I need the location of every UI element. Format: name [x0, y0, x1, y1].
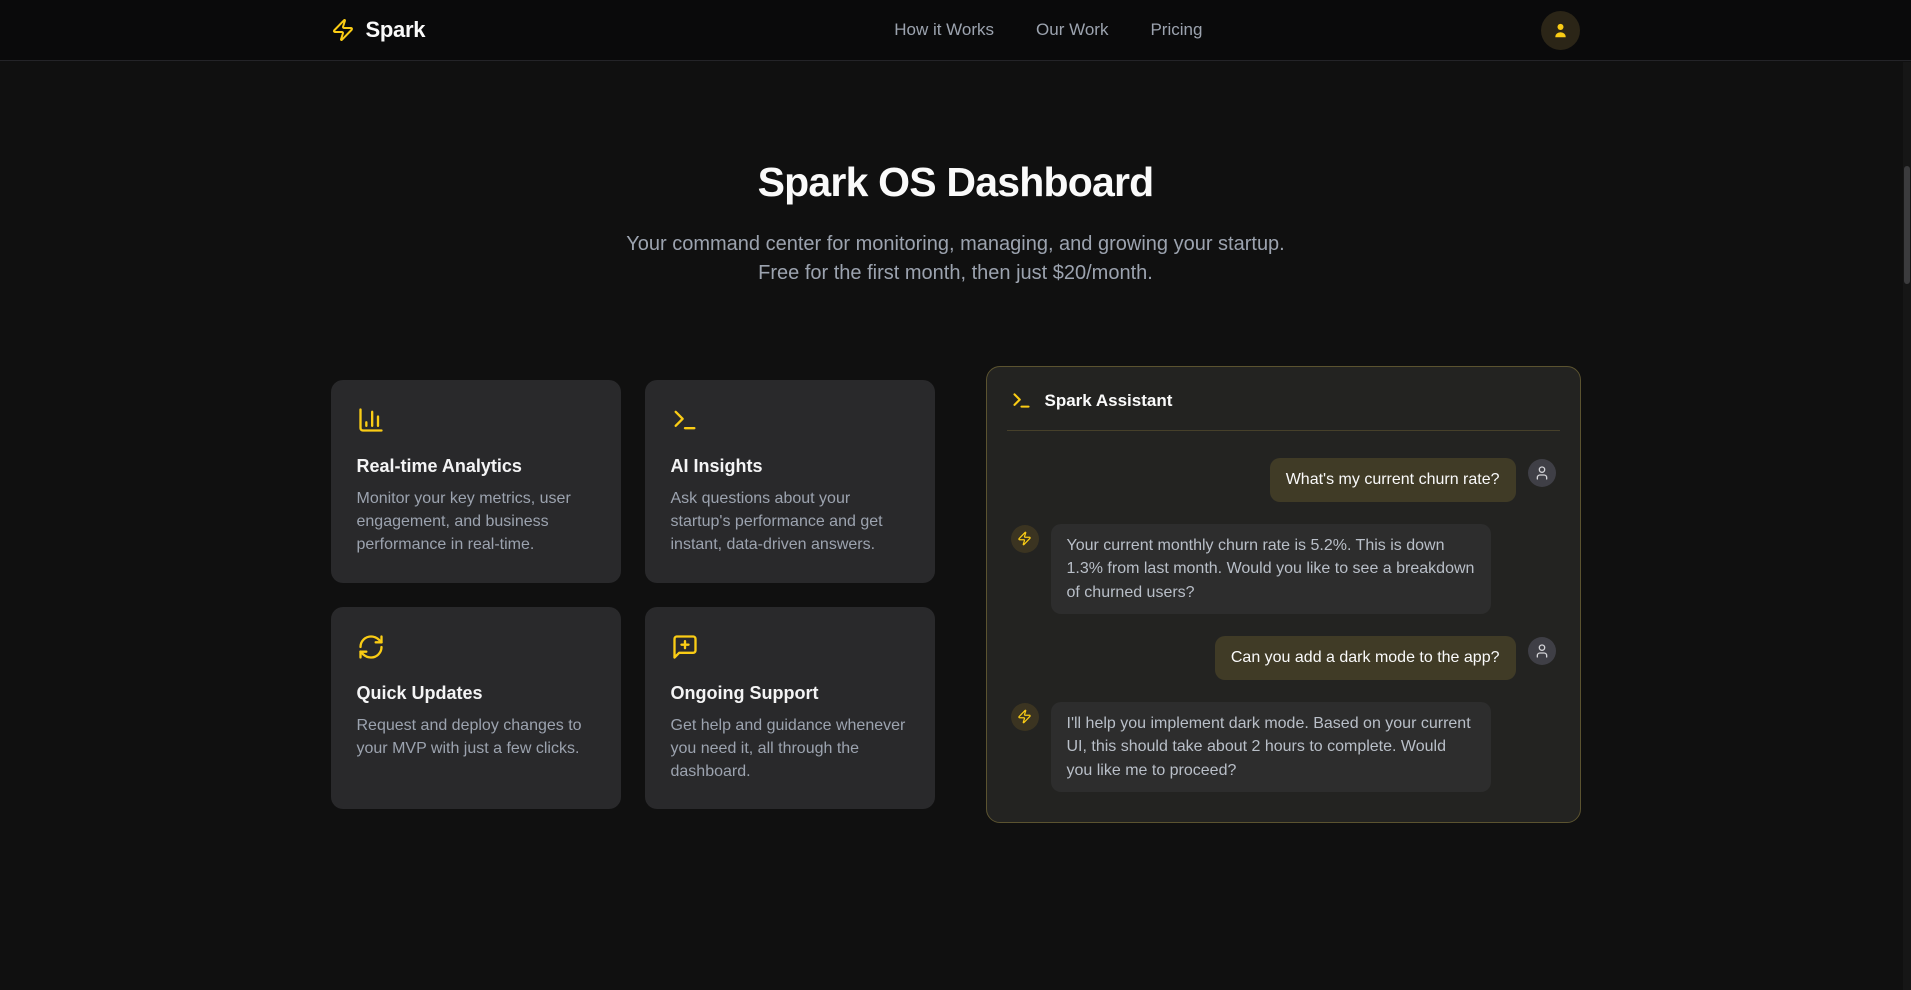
user-message-bubble: Can you add a dark mode to the app? [1215, 636, 1516, 680]
refresh-icon [357, 633, 595, 666]
features-grid: Real-time Analytics Monitor your key met… [331, 380, 935, 809]
nav-link-our-work[interactable]: Our Work [1036, 20, 1108, 40]
zap-icon [1017, 531, 1032, 546]
chat-message-assistant: Your current monthly churn rate is 5.2%.… [1011, 524, 1556, 615]
feature-description: Ask questions about your startup's perfo… [671, 487, 909, 557]
feature-card-ai-insights[interactable]: AI Insights Ask questions about your sta… [645, 380, 935, 583]
assistant-message-bubble: Your current monthly churn rate is 5.2%.… [1051, 524, 1491, 615]
feature-description: Monitor your key metrics, user engagemen… [357, 487, 595, 557]
content-row: Real-time Analytics Monitor your key met… [331, 366, 1581, 823]
zap-icon [331, 18, 355, 42]
brand[interactable]: Spark [331, 17, 426, 43]
feature-title: Quick Updates [357, 683, 595, 704]
feature-card-quick-updates[interactable]: Quick Updates Request and deploy changes… [331, 607, 621, 810]
assistant-title: Spark Assistant [1045, 391, 1173, 411]
top-nav: Spark How it Works Our Work Pricing [0, 0, 1911, 61]
message-square-plus-icon [671, 633, 909, 666]
feature-title: Real-time Analytics [357, 456, 595, 477]
user-message-bubble: What's my current churn rate? [1270, 458, 1516, 502]
page-subtitle: Your command center for monitoring, mana… [606, 230, 1306, 288]
user-icon [1534, 465, 1550, 481]
chat-message-assistant: I'll help you implement dark mode. Based… [1011, 702, 1556, 793]
feature-description: Request and deploy changes to your MVP w… [357, 714, 595, 760]
feature-title: Ongoing Support [671, 683, 909, 704]
spark-assistant-panel: Spark Assistant What's my current churn … [986, 366, 1581, 823]
user-icon [1534, 643, 1550, 659]
page-title: Spark OS Dashboard [0, 159, 1911, 206]
brand-name: Spark [366, 17, 426, 43]
main-content: Spark OS Dashboard Your command center f… [0, 61, 1911, 823]
chart-column-icon [357, 406, 595, 439]
feature-card-real-time-analytics[interactable]: Real-time Analytics Monitor your key met… [331, 380, 621, 583]
scrollbar-thumb[interactable] [1904, 166, 1910, 284]
zap-icon [1017, 709, 1032, 724]
chat-message-user: What's my current churn rate? [1011, 458, 1556, 502]
assistant-avatar [1011, 525, 1039, 553]
terminal-icon [1011, 390, 1032, 411]
feature-card-ongoing-support[interactable]: Ongoing Support Get help and guidance wh… [645, 607, 935, 810]
terminal-icon [671, 406, 909, 439]
assistant-header: Spark Assistant [987, 367, 1580, 430]
nav-link-pricing[interactable]: Pricing [1150, 20, 1202, 40]
hero-section: Spark OS Dashboard Your command center f… [0, 61, 1911, 288]
user-avatar [1528, 459, 1556, 487]
nav-link-how-it-works[interactable]: How it Works [894, 20, 994, 40]
assistant-avatar [1011, 703, 1039, 731]
assistant-message-bubble: I'll help you implement dark mode. Based… [1051, 702, 1491, 793]
account-avatar-button[interactable] [1541, 11, 1580, 50]
user-avatar [1528, 637, 1556, 665]
feature-title: AI Insights [671, 456, 909, 477]
chat-message-user: Can you add a dark mode to the app? [1011, 636, 1556, 680]
user-icon [1551, 21, 1570, 40]
chat-messages: What's my current churn rate? [987, 431, 1580, 822]
nav-inner: Spark How it Works Our Work Pricing [331, 0, 1581, 60]
feature-description: Get help and guidance whenever you need … [671, 714, 909, 784]
nav-links: How it Works Our Work Pricing [894, 20, 1202, 40]
